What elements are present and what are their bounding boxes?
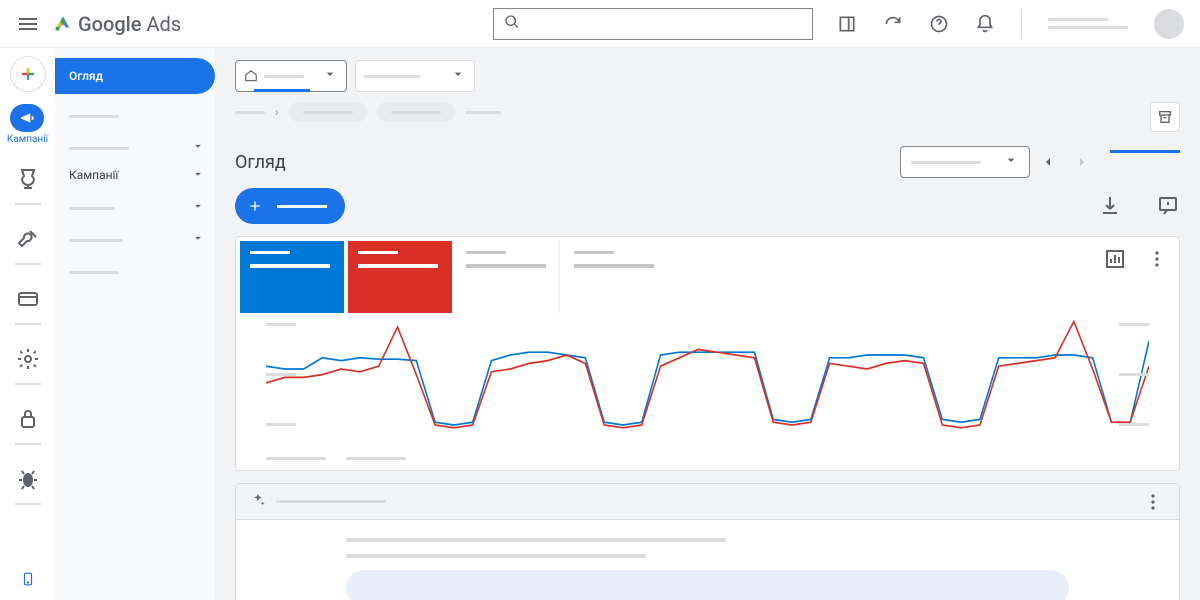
rail-mobile-link[interactable] bbox=[21, 570, 35, 588]
sidebar-item[interactable] bbox=[55, 256, 215, 288]
performance-chart-card bbox=[235, 236, 1180, 471]
separator bbox=[1021, 10, 1022, 38]
logo: Google Ads bbox=[52, 12, 181, 36]
rail-security-icon[interactable] bbox=[16, 407, 40, 431]
date-prev-button[interactable] bbox=[1032, 146, 1064, 178]
view-toggle[interactable] bbox=[1110, 150, 1180, 153]
chevron-right-icon: › bbox=[275, 105, 279, 119]
chart-area bbox=[236, 313, 1179, 453]
rail-tools-icon[interactable] bbox=[16, 227, 40, 251]
menu-button[interactable] bbox=[16, 12, 40, 36]
metric-tab-4[interactable] bbox=[564, 241, 668, 313]
chevron-down-icon[interactable] bbox=[191, 167, 205, 185]
date-range-picker[interactable] bbox=[900, 146, 1030, 178]
avatar[interactable] bbox=[1154, 9, 1184, 39]
insight-prompt[interactable] bbox=[346, 570, 1069, 600]
left-rail: Кампанії bbox=[0, 48, 55, 600]
card-menu-icon[interactable] bbox=[1145, 247, 1169, 271]
feedback-icon[interactable] bbox=[1156, 194, 1180, 218]
card-menu-icon[interactable] bbox=[1141, 490, 1165, 514]
download-icon[interactable] bbox=[1098, 194, 1122, 218]
sparkle-icon bbox=[250, 492, 266, 512]
create-button[interactable] bbox=[10, 56, 46, 92]
chart-expand-icon[interactable] bbox=[1103, 247, 1127, 271]
rail-billing-icon[interactable] bbox=[16, 287, 40, 311]
chevron-down-icon bbox=[322, 66, 338, 86]
legend-item bbox=[266, 457, 326, 460]
metric-tab-3[interactable] bbox=[456, 241, 560, 313]
sidebar-item-overview[interactable]: Огляд bbox=[55, 58, 215, 94]
chevron-down-icon bbox=[450, 66, 466, 86]
notifications-icon[interactable] bbox=[975, 14, 995, 34]
metric-tab-1[interactable] bbox=[240, 241, 344, 313]
archive-button[interactable] bbox=[1150, 102, 1180, 132]
plus-icon bbox=[243, 194, 267, 218]
rail-campaigns-label: Кампанії bbox=[7, 134, 48, 145]
sidebar-item[interactable] bbox=[55, 224, 215, 256]
new-campaign-button[interactable] bbox=[235, 188, 345, 224]
search-input[interactable] bbox=[493, 8, 813, 40]
rail-campaigns[interactable]: Кампанії bbox=[7, 104, 48, 145]
filter-chip[interactable] bbox=[289, 102, 367, 122]
chevron-down-icon bbox=[191, 199, 205, 217]
date-next-button[interactable] bbox=[1066, 146, 1098, 178]
breadcrumb: › bbox=[235, 102, 1180, 122]
help-icon[interactable] bbox=[929, 14, 949, 34]
filter-chip[interactable] bbox=[377, 102, 455, 122]
chevron-down-icon bbox=[191, 139, 205, 157]
sidebar-item[interactable] bbox=[55, 192, 215, 224]
sidebar: Огляд Кампанії bbox=[55, 48, 215, 600]
chevron-down-icon bbox=[191, 231, 205, 249]
account-picker-secondary[interactable] bbox=[355, 60, 475, 92]
chevron-down-icon bbox=[1003, 152, 1019, 172]
account-picker-primary[interactable] bbox=[235, 60, 347, 92]
rail-goals-icon[interactable] bbox=[16, 167, 40, 191]
rail-bug-icon[interactable] bbox=[16, 467, 40, 491]
metric-tab-2[interactable] bbox=[348, 241, 452, 313]
refresh-icon[interactable] bbox=[883, 14, 903, 34]
reports-icon[interactable] bbox=[837, 14, 857, 34]
page-title: Огляд bbox=[235, 152, 286, 173]
rail-admin-icon[interactable] bbox=[16, 347, 40, 371]
search-icon bbox=[504, 14, 520, 34]
legend-item bbox=[346, 457, 406, 460]
insights-card bbox=[235, 483, 1180, 600]
account-line bbox=[1048, 18, 1108, 21]
account-line bbox=[1048, 26, 1128, 29]
sidebar-item[interactable] bbox=[55, 100, 215, 132]
logo-brand: Google Ads bbox=[78, 12, 181, 36]
